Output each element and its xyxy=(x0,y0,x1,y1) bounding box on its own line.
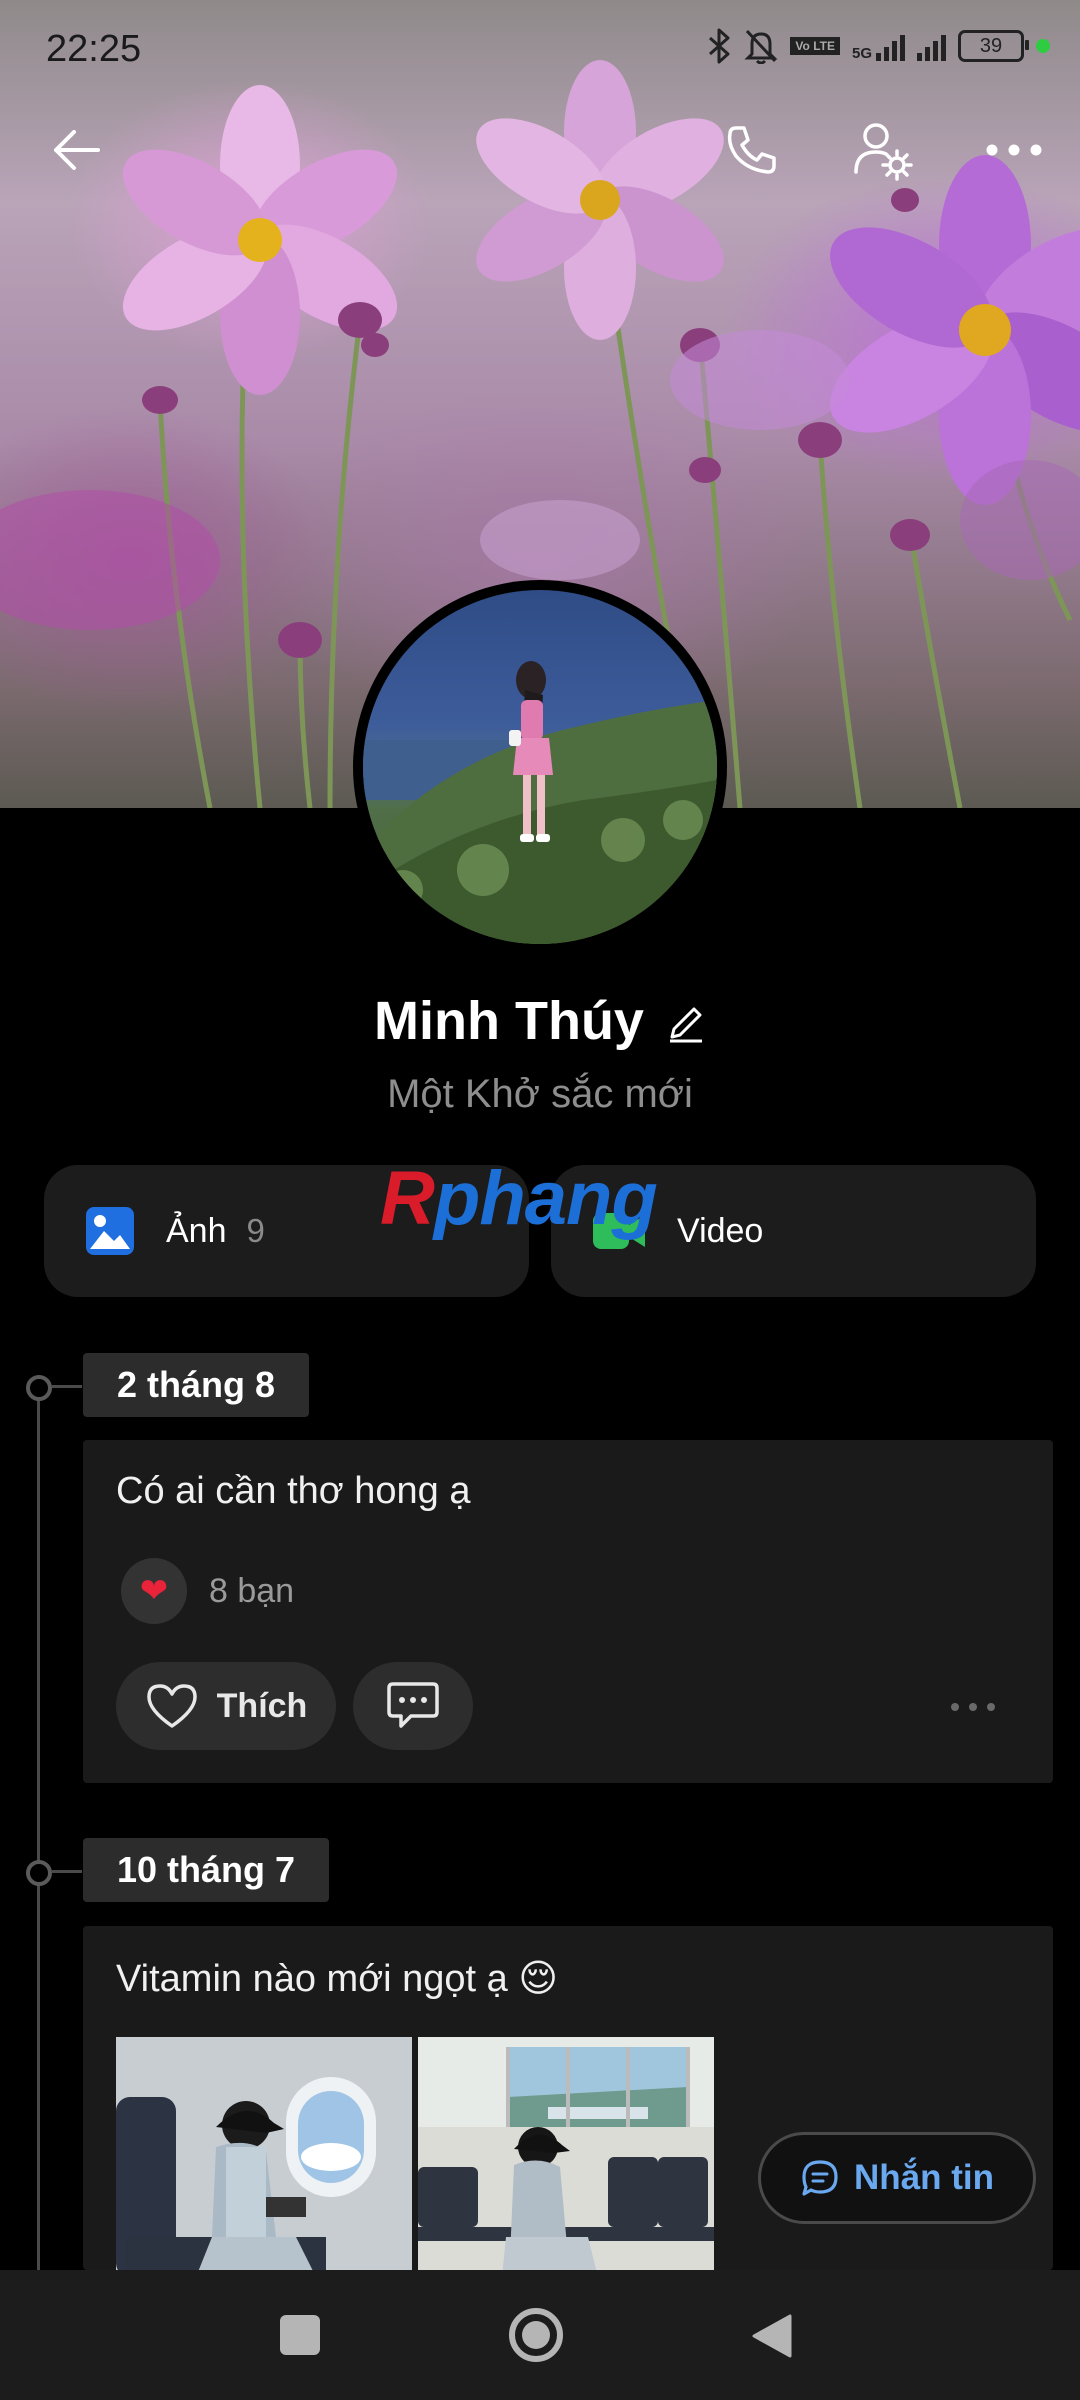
timeline-connector xyxy=(52,1385,82,1388)
home-button[interactable] xyxy=(508,2307,564,2363)
post-photo-airport xyxy=(418,2037,714,2277)
video-label: Video xyxy=(677,1211,764,1250)
reaction-count: 8 bạn xyxy=(209,1571,295,1610)
post-card[interactable]: Có ai cần thơ hong ạ ❤ 8 bạn Thích xyxy=(83,1440,1053,1783)
back-button[interactable] xyxy=(36,110,116,190)
post-photo[interactable] xyxy=(116,2037,412,2277)
photos-button[interactable]: Ảnh 9 xyxy=(44,1165,529,1297)
profile-name: Minh Thúy xyxy=(374,991,644,1051)
network-5g-label: 5G xyxy=(851,45,872,62)
avatar-illustration xyxy=(363,661,717,944)
heart-outline-icon xyxy=(146,1684,197,1728)
message-button[interactable]: Nhắn tin xyxy=(758,2132,1036,2224)
more-options-button[interactable] xyxy=(974,110,1054,190)
status-bar: 22:25 Vo LTE 5G 39 xyxy=(0,0,1080,90)
more-horizontal-icon xyxy=(986,144,1042,156)
active-dot-icon xyxy=(1036,39,1050,53)
post-more-icon[interactable] xyxy=(951,1703,995,1711)
post-date-chip: 2 tháng 8 xyxy=(83,1353,310,1417)
phone-icon xyxy=(727,126,776,174)
status-time: 22:25 xyxy=(46,28,142,70)
back-triangle-icon xyxy=(752,2314,792,2358)
user-settings-icon xyxy=(854,123,913,181)
status-icons: Vo LTE 5G 39 xyxy=(706,26,1050,66)
call-button[interactable] xyxy=(712,110,792,190)
profile-settings-button[interactable] xyxy=(842,110,922,190)
reactions-summary[interactable]: ❤ 8 bạn xyxy=(121,1558,294,1624)
battery-level: 39 xyxy=(979,34,1003,57)
comment-icon xyxy=(387,1682,439,1728)
battery-icon: 39 xyxy=(958,30,1029,62)
post-photo[interactable] xyxy=(418,2037,714,2277)
post-text: Vitamin nào mới ngọt ạ 😌 xyxy=(116,1958,558,2000)
back-nav-button[interactable] xyxy=(750,2312,794,2360)
profile-name-row: Minh Thúy xyxy=(0,990,1080,1052)
home-circle-icon xyxy=(509,2308,563,2362)
post-text: Có ai cần thơ hong ạ xyxy=(116,1470,471,1512)
video-camera-icon xyxy=(593,1213,645,1249)
edit-pencil-icon[interactable] xyxy=(666,999,706,1043)
timeline-connector xyxy=(52,1870,82,1873)
timeline-dot xyxy=(26,1375,52,1401)
avatar-photo xyxy=(363,590,717,944)
signal-icon xyxy=(917,31,946,61)
back-arrow-icon xyxy=(54,130,100,170)
comment-button[interactable] xyxy=(353,1662,473,1750)
message-label: Nhắn tin xyxy=(854,2158,994,2197)
heart-reaction-icon: ❤ xyxy=(121,1558,187,1624)
post-photo-airplane-seat xyxy=(116,2037,412,2277)
bluetooth-icon xyxy=(709,28,730,64)
photos-count: 9 xyxy=(246,1212,265,1249)
recent-apps-icon[interactable] xyxy=(280,2315,320,2355)
signal-5g-icon: 5G xyxy=(852,31,905,61)
system-nav-bar xyxy=(0,2270,1080,2400)
volte-icon: Vo LTE xyxy=(790,37,840,55)
timeline-line xyxy=(37,1385,40,2270)
timeline-dot xyxy=(26,1860,52,1886)
photo-icon xyxy=(86,1207,134,1255)
videos-button[interactable]: Video xyxy=(551,1165,1036,1297)
chat-bubble-icon xyxy=(802,2160,838,2196)
photos-label: Ảnh xyxy=(166,1211,227,1250)
profile-status: Một Khở sắc mới xyxy=(387,1072,693,1116)
post-date-chip: 10 tháng 7 xyxy=(83,1838,330,1902)
like-label: Thích xyxy=(216,1686,308,1725)
avatar[interactable] xyxy=(353,580,727,954)
like-button[interactable]: Thích xyxy=(116,1662,336,1750)
bell-off-icon xyxy=(744,29,779,64)
